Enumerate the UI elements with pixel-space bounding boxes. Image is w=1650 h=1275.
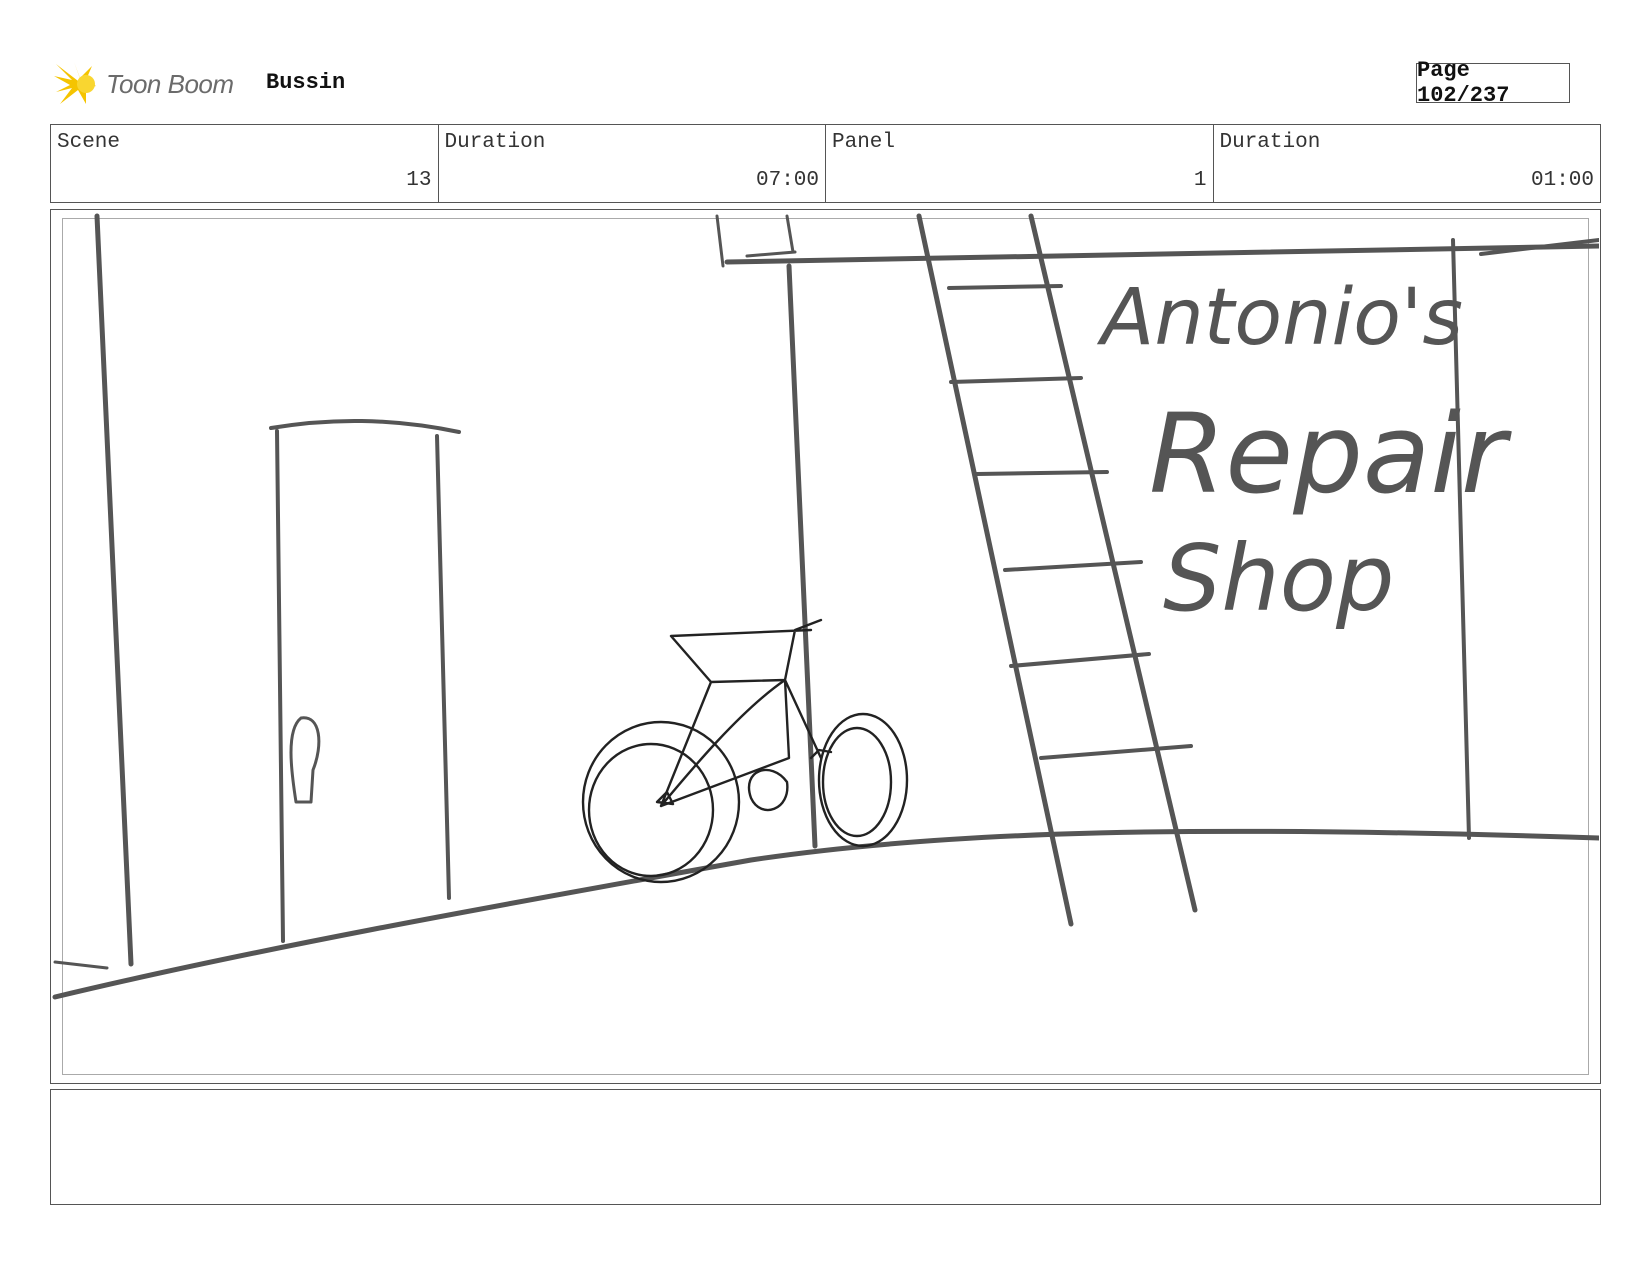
panel-duration-value: 01:00 — [1530, 169, 1594, 192]
door — [269, 418, 461, 943]
shop-sign: Antonio's Repair Shop — [1096, 273, 1512, 632]
scene-duration-label: Duration — [444, 131, 546, 154]
sign-line-1: Antonio's — [1096, 273, 1463, 363]
panel-duration-cell: Duration 01:00 — [1214, 125, 1601, 202]
bicycle — [581, 618, 909, 884]
sign-line-2: Repair — [1149, 390, 1512, 518]
panel-cell: Panel 1 — [826, 125, 1214, 202]
sign-line-3: Shop — [1163, 525, 1394, 632]
panel-info-row: Scene 13 Duration 07:00 Panel 1 Duration… — [50, 124, 1601, 203]
scene-cell: Scene 13 — [51, 125, 439, 202]
scene-duration-cell: Duration 07:00 — [439, 125, 826, 202]
panel-value: 1 — [1193, 169, 1207, 192]
scene-value: 13 — [406, 169, 432, 192]
door-handle — [289, 716, 321, 804]
page-indicator: Page 102/237 — [1416, 58, 1570, 108]
ground-line — [52, 828, 1599, 1000]
scene-label: Scene — [57, 131, 121, 154]
toon-boom-logo: Toon Boom — [52, 58, 234, 110]
panel-notes — [50, 1089, 1601, 1205]
panel-duration-label: Duration — [1219, 131, 1321, 154]
starburst-icon — [54, 62, 96, 104]
ladder-left-rail — [916, 213, 1074, 927]
building-top — [724, 243, 1599, 265]
sketch-drawing: Antonio's Repair Shop — [52, 213, 1599, 1000]
project-title: Bussin — [266, 70, 346, 95]
panel-label: Panel — [832, 131, 896, 154]
brand-name: Toon Boom — [106, 68, 234, 99]
scene-duration-value: 07:00 — [755, 169, 819, 192]
wall-edge-left — [94, 213, 134, 967]
right-wall — [1451, 238, 1599, 840]
storyboard-panel: Antonio's Repair Shop — [50, 209, 1601, 1084]
ground-stub — [53, 960, 109, 970]
